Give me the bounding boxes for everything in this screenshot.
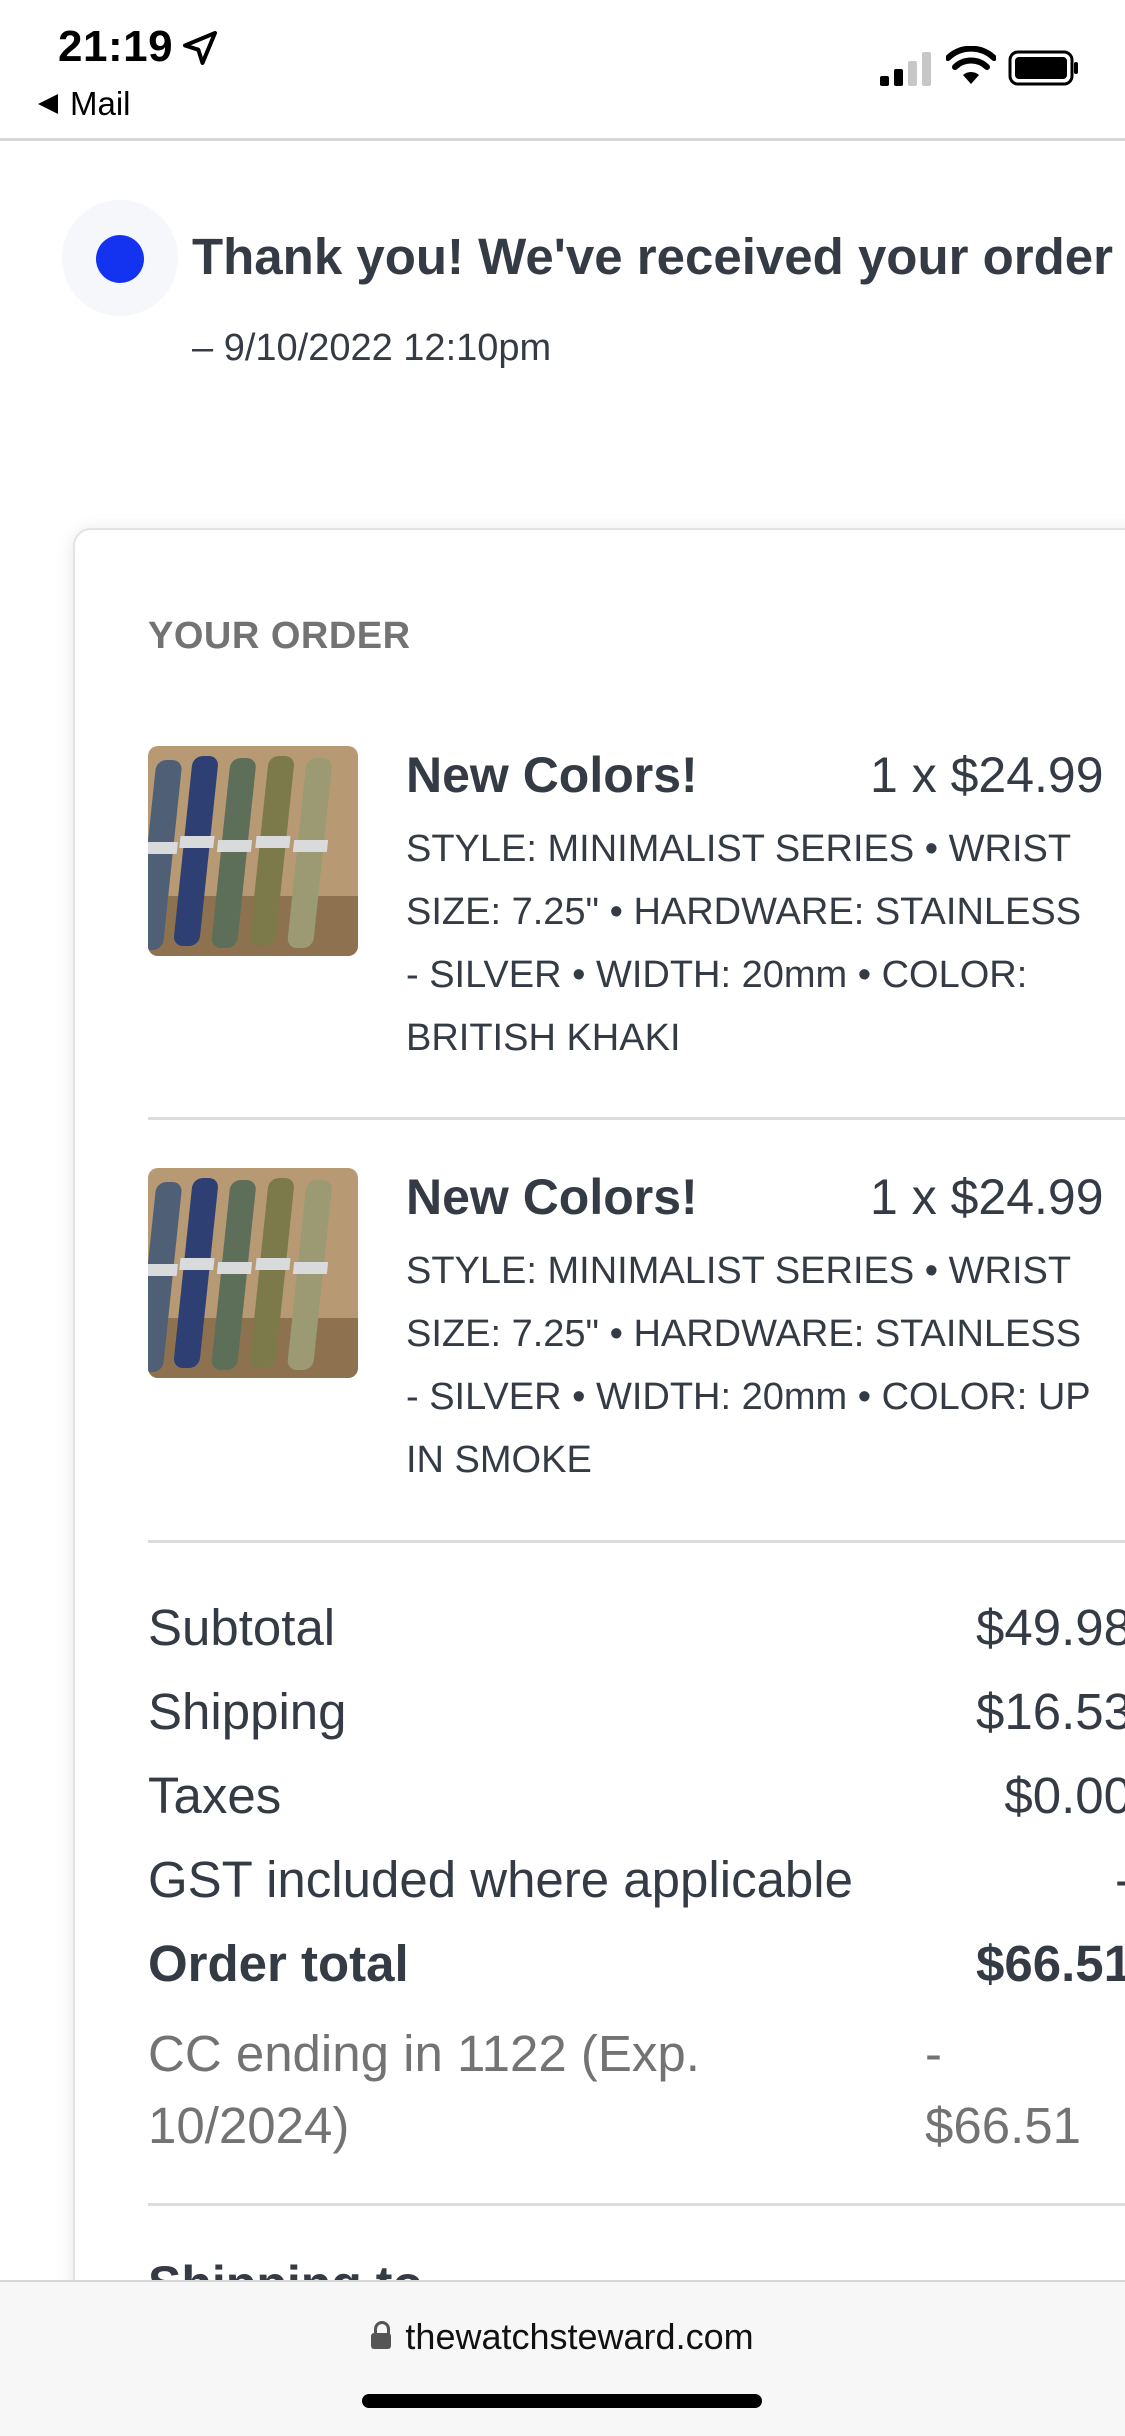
url-text: thewatchsteward.com [405,2316,754,2357]
watch-straps-image [148,746,358,956]
shipping-row: Shipping $16.53 [148,1674,1125,1758]
order-total-label: Order total [148,1935,409,1992]
item-price: 1 x $24.99 [870,747,1104,803]
product-thumbnail[interactable] [148,1168,358,1378]
screen: 21:19 Mail Thank you! We've received you… [0,0,1125,2436]
order-total-value: $66.51 [976,1935,1125,1992]
gst-label: GST included where applicable [148,1851,853,1908]
your-order-title: YOUR ORDER [148,615,411,657]
taxes-row: Taxes $0.00 [148,1758,1125,1842]
item-price: 1 x $24.99 [870,1169,1104,1225]
payment-amount: - $66.51 [925,2025,1081,2154]
payment-row: CC ending in 1122 (Exp. 10/2024) - $66.5… [148,2010,1125,2170]
taxes-value: $0.00 [1004,1767,1125,1824]
cellular-signal-icon [880,52,931,86]
back-arrow-icon [38,94,58,114]
item-name: New Colors! [406,1169,698,1225]
status-time: 21:19 [58,22,174,71]
subtotal-label: Subtotal [148,1599,336,1656]
gst-value: - [1115,1850,1125,1909]
order-totals: Subtotal $49.98 Shipping $16.53 Taxes $0… [148,1590,1125,2170]
status-bar: 21:19 Mail [0,0,1125,141]
item-variant-details: STYLE: MINIMALIST SERIES • WRIST SIZE: 7… [406,1250,1090,1481]
subtotal-value: $49.98 [976,1599,1125,1656]
item-divider [148,1117,1125,1120]
order-total-row: Order total $66.51 [148,1926,1125,2010]
item-name: New Colors! [406,747,698,803]
totals-divider [148,2203,1125,2206]
order-status-dot [96,235,144,283]
battery-icon [1008,50,1078,86]
items-divider [148,1540,1125,1543]
gst-row: GST included where applicable - [148,1842,1125,1926]
location-arrow-icon [183,31,217,65]
watch-straps-image [148,1168,358,1378]
wifi-icon [946,46,996,84]
browser-bottom-bar: thewatchsteward.com [0,2280,1125,2436]
confirmation-date: – 9/10/2022 12:10pm [192,327,552,369]
back-label: Mail [70,85,131,122]
shipping-value: $16.53 [976,1683,1125,1740]
taxes-label: Taxes [148,1767,282,1824]
item-variant-details: STYLE: MINIMALIST SERIES • WRIST SIZE: 7… [406,828,1082,1059]
subtotal-row: Subtotal $49.98 [148,1590,1125,1674]
home-indicator[interactable] [362,2394,762,2408]
payment-method-label: CC ending in 1122 (Exp. 10/2024) [148,2025,700,2154]
address-bar[interactable]: thewatchsteward.com [0,2316,1125,2358]
shipping-label: Shipping [148,1683,347,1740]
lock-icon [371,2321,392,2349]
back-to-mail-button[interactable]: Mail [38,84,131,124]
product-thumbnail[interactable] [148,746,358,956]
confirmation-headline: Thank you! We've received your order [192,228,1113,285]
